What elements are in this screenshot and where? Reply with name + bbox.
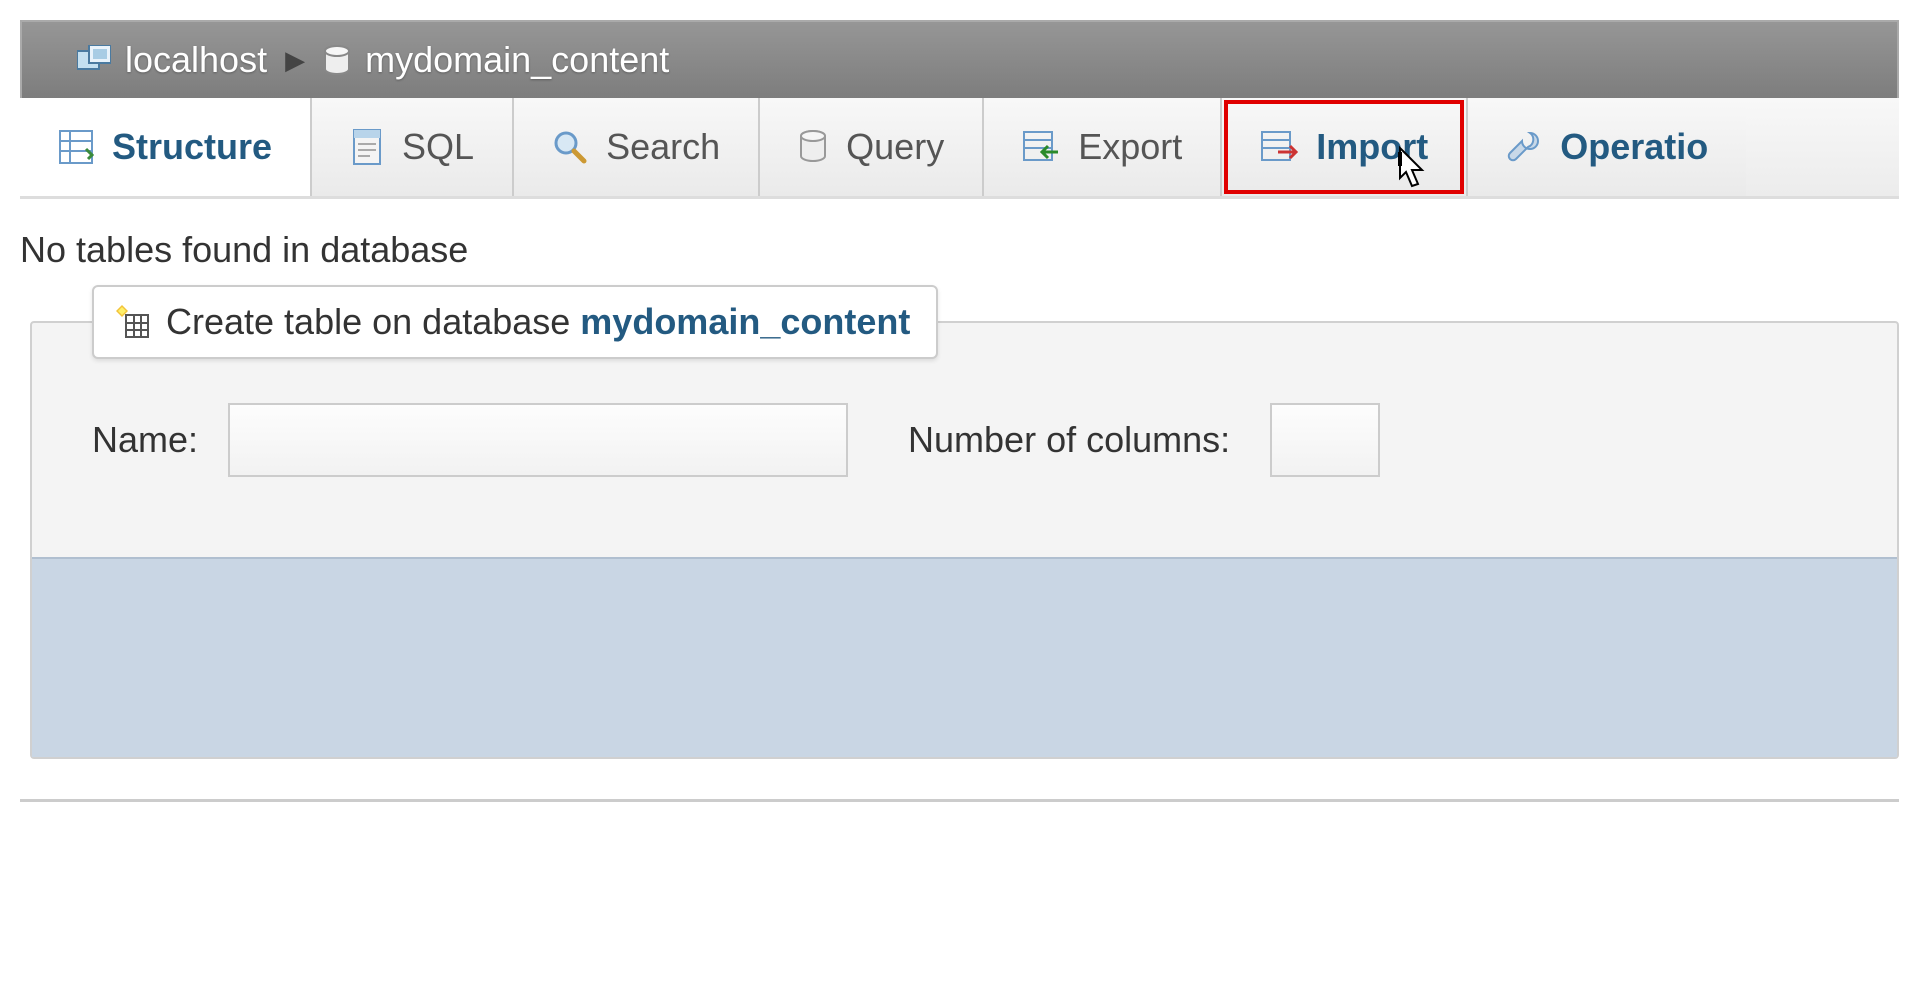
tab-export-label: Export xyxy=(1078,126,1182,168)
tab-structure[interactable]: Structure xyxy=(20,98,312,196)
breadcrumb-server-label: localhost xyxy=(125,39,267,81)
search-icon xyxy=(552,129,588,165)
server-icon xyxy=(77,45,111,75)
tab-export[interactable]: Export xyxy=(984,98,1222,196)
wrench-icon xyxy=(1506,129,1542,165)
divider xyxy=(20,799,1899,802)
import-icon xyxy=(1260,130,1298,164)
structure-icon xyxy=(58,129,94,165)
table-name-input[interactable] xyxy=(228,403,848,477)
columns-label: Number of columns: xyxy=(908,419,1230,461)
tab-operations-label: Operatio xyxy=(1560,126,1708,168)
tab-import[interactable]: Import xyxy=(1222,98,1468,196)
create-table-legend-db: mydomain_content xyxy=(580,301,910,343)
no-tables-message: No tables found in database xyxy=(20,229,1899,271)
tab-sql[interactable]: SQL xyxy=(312,98,514,196)
tab-query-label: Query xyxy=(846,126,944,168)
create-table-panel: Create table on database mydomain_conten… xyxy=(30,321,1899,759)
breadcrumb: localhost ▶ mydomain_content xyxy=(20,20,1899,98)
export-icon xyxy=(1022,130,1060,164)
tab-bar: Structure SQL Search Query xyxy=(20,98,1899,199)
tab-sql-label: SQL xyxy=(402,126,474,168)
panel-footer xyxy=(32,557,1897,757)
breadcrumb-server[interactable]: localhost xyxy=(77,39,267,81)
name-label: Name: xyxy=(92,419,198,461)
query-icon xyxy=(798,130,828,164)
breadcrumb-database[interactable]: mydomain_content xyxy=(323,39,669,81)
new-table-icon xyxy=(116,305,150,339)
tab-search-label: Search xyxy=(606,126,720,168)
breadcrumb-database-label: mydomain_content xyxy=(365,39,669,81)
create-table-legend: Create table on database mydomain_conten… xyxy=(92,285,938,359)
sql-icon xyxy=(350,128,384,166)
columns-count-input[interactable] xyxy=(1270,403,1380,477)
tab-import-label: Import xyxy=(1316,126,1428,168)
tab-structure-label: Structure xyxy=(112,126,272,168)
create-table-legend-prefix: Create table on database xyxy=(166,301,570,343)
tab-search[interactable]: Search xyxy=(514,98,760,196)
tab-operations[interactable]: Operatio xyxy=(1468,98,1746,196)
breadcrumb-arrow-icon: ▶ xyxy=(285,45,305,76)
tab-query[interactable]: Query xyxy=(760,98,984,196)
database-icon xyxy=(323,45,351,75)
